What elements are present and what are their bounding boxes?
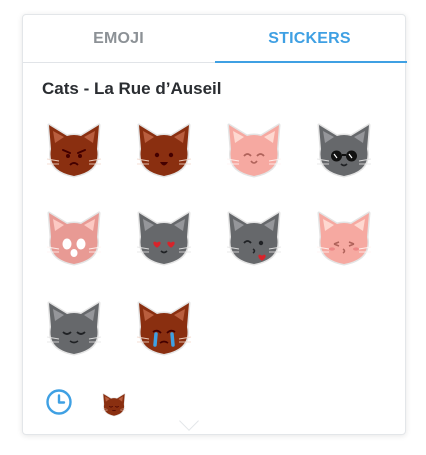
gray-cat-sunglasses-sticker[interactable] xyxy=(309,119,379,183)
brown-cat-crying-sticker[interactable] xyxy=(129,297,199,361)
brown-cat-happy-sticker[interactable] xyxy=(129,119,199,183)
clock-icon[interactable] xyxy=(45,388,73,416)
tab-emoji[interactable]: EMOJI xyxy=(23,15,214,62)
sticker-set-title: Cats - La Rue d’Auseil xyxy=(42,79,222,98)
pink-cat-smile-sticker[interactable] xyxy=(219,119,289,183)
gray-cat-heart-eyes-sticker[interactable] xyxy=(129,207,199,271)
gray-cat-kiss-sticker[interactable] xyxy=(219,207,289,271)
tab-stickers[interactable]: STICKERS xyxy=(214,15,405,62)
pink-cat-blush-sticker[interactable] xyxy=(309,207,379,271)
brown-cat-set-icon[interactable] xyxy=(99,391,129,419)
gray-cat-sleepy-sticker[interactable] xyxy=(39,297,109,361)
sticker-picker-popup: EMOJI STICKERS Cats - La Rue d’Auseil xyxy=(22,14,407,435)
brown-cat-angry-sticker[interactable] xyxy=(39,119,109,183)
picker-tabs: EMOJI STICKERS xyxy=(23,15,407,63)
active-tab-indicator xyxy=(215,61,407,63)
pink-cat-scared-sticker[interactable] xyxy=(39,207,109,271)
